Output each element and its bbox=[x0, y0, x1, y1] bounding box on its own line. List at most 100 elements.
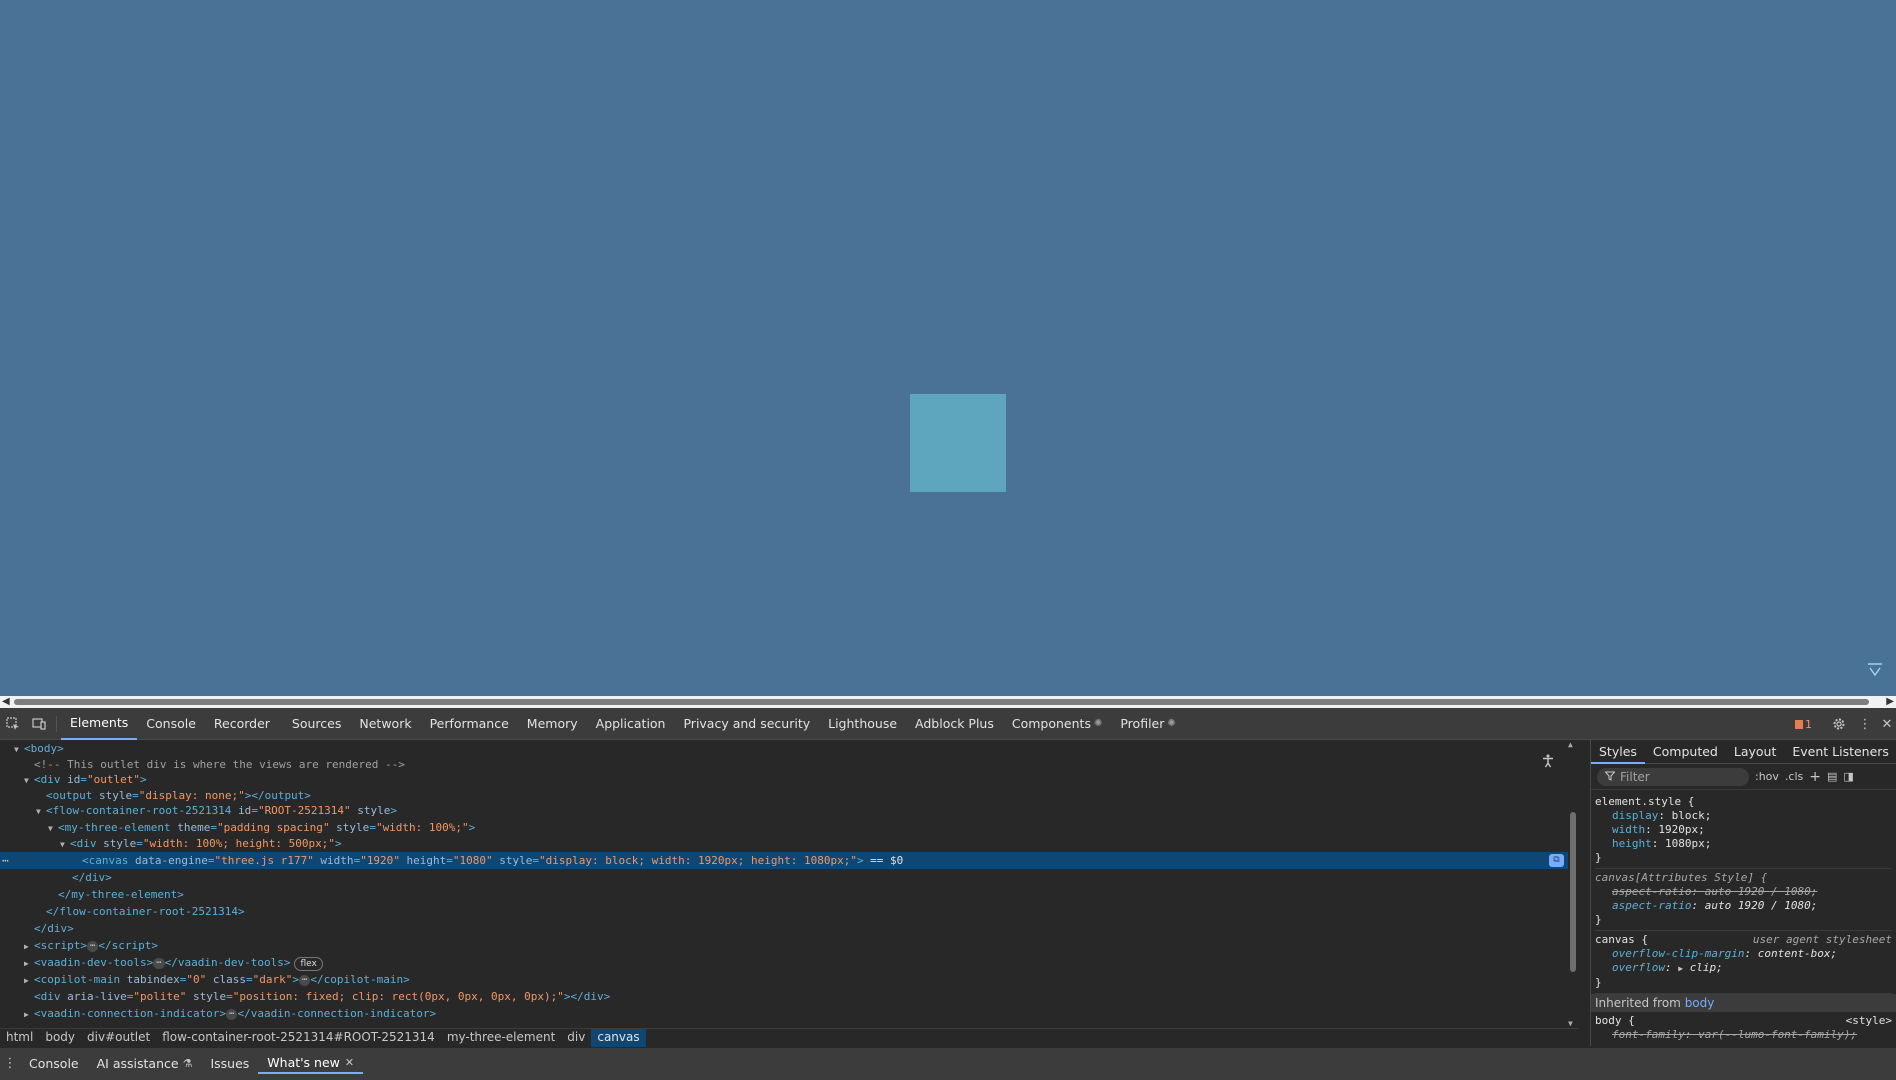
breadcrumb-flow-container[interactable]: flow-container-root-2521314#ROOT-2521314 bbox=[156, 1029, 441, 1047]
class-toggle[interactable]: .cls bbox=[1785, 770, 1803, 783]
dom-node-copilot-main[interactable]: ▶ <copilot-main tabindex="0" class="dark"… bbox=[0, 971, 1578, 988]
inspect-element-icon[interactable] bbox=[0, 708, 26, 740]
scrollbar-thumb[interactable] bbox=[14, 699, 1869, 705]
body-rule[interactable]: body { <style> font-family: var(--lumo-f… bbox=[1595, 1012, 1892, 1045]
collapsed-content-icon[interactable]: ⋯ bbox=[298, 974, 311, 986]
collapse-triangle-icon[interactable]: ▶ bbox=[24, 1006, 34, 1023]
device-toolbar-icon[interactable] bbox=[26, 708, 52, 740]
css-property[interactable]: font-family: var(--lumo-font-family); bbox=[1595, 1028, 1892, 1042]
tab-layout[interactable]: Layout bbox=[1726, 740, 1785, 764]
close-tab-icon[interactable]: ✕ bbox=[345, 1056, 354, 1069]
collapse-triangle-icon[interactable]: ▶ bbox=[24, 938, 34, 955]
property-value[interactable]: 1080px; bbox=[1665, 837, 1711, 850]
tab-elements[interactable]: Elements bbox=[61, 708, 138, 740]
inherited-body-link[interactable]: body bbox=[1685, 996, 1715, 1010]
expand-shorthand-icon[interactable]: ▶ bbox=[1678, 964, 1683, 973]
expand-triangle-icon[interactable]: ▼ bbox=[36, 803, 46, 820]
dom-close-flow-container[interactable]: </flow-container-root-2521314> bbox=[0, 903, 1578, 920]
tab-network[interactable]: Network bbox=[350, 708, 420, 740]
scrollbar-thumb[interactable] bbox=[1570, 812, 1576, 972]
tab-profiler[interactable]: Profiler ✺ bbox=[1111, 708, 1184, 740]
dom-node-script[interactable]: ▶ <script> ⋯ </script> bbox=[0, 937, 1578, 954]
dom-node-body[interactable]: ▼ <body> bbox=[0, 740, 1578, 757]
dom-node-vaadin-dev-tools[interactable]: ▶ <vaadin-dev-tools> ⋯ </vaadin-dev-tools> f… bbox=[0, 954, 1578, 971]
drawer-menu-icon[interactable]: ⋮ bbox=[0, 1048, 20, 1078]
tab-console[interactable]: Console bbox=[137, 708, 205, 740]
collapse-triangle-icon[interactable]: ▶ bbox=[24, 972, 34, 989]
horizontal-scrollbar[interactable]: ◀ ▶ bbox=[0, 696, 1896, 708]
css-property[interactable]: width: 1920px; bbox=[1595, 823, 1892, 837]
dom-node-aria-live-div[interactable]: <div aria-live="polite" style="position:… bbox=[0, 988, 1578, 1005]
dom-node-outlet[interactable]: ▼ <div id="outlet"> bbox=[0, 771, 1578, 788]
dom-node-vaadin-connection-indicator[interactable]: ▶ <vaadin-connection-indicator> ⋯ </vaadin-… bbox=[0, 1005, 1578, 1022]
css-property[interactable]: overflow: ▶ clip; bbox=[1595, 961, 1892, 976]
scroll-right-arrow-icon[interactable]: ▶ bbox=[1886, 696, 1894, 708]
paint-bucket-icon[interactable]: ▤ bbox=[1827, 770, 1837, 783]
scroll-down-arrow-icon[interactable]: ▼ bbox=[1568, 1019, 1573, 1028]
tab-application[interactable]: Application bbox=[587, 708, 675, 740]
accessibility-tree-toggle-icon[interactable] bbox=[1541, 754, 1555, 772]
css-property[interactable]: display: block; bbox=[1595, 809, 1892, 823]
dom-node-div[interactable]: ▼ <div style="width: 100%; height: 500px;… bbox=[0, 835, 1578, 852]
property-value[interactable]: 1920px; bbox=[1658, 823, 1704, 836]
tab-components[interactable]: Components ✺ bbox=[1003, 708, 1111, 740]
css-property[interactable]: overflow-clip-margin: content-box; bbox=[1595, 947, 1892, 961]
property-value[interactable]: block; bbox=[1672, 809, 1712, 822]
collapsed-content-icon[interactable]: ⋯ bbox=[153, 957, 165, 969]
dom-close-outlet[interactable]: </div> bbox=[0, 920, 1578, 937]
tab-performance[interactable]: Performance bbox=[421, 708, 518, 740]
element-style-rule[interactable]: element.style { display: block; width: 1… bbox=[1595, 793, 1892, 869]
body-style-origin-link[interactable]: <style> bbox=[1846, 1014, 1892, 1028]
styles-filter-input[interactable]: Filter bbox=[1597, 767, 1749, 786]
collapsed-content-icon[interactable]: ⋯ bbox=[226, 1008, 238, 1020]
settings-gear-icon[interactable] bbox=[1826, 708, 1852, 740]
tab-privacy-security[interactable]: Privacy and security bbox=[674, 708, 819, 740]
drawer-tab-console[interactable]: Console bbox=[20, 1052, 88, 1074]
scroll-left-arrow-icon[interactable]: ◀ bbox=[2, 696, 10, 708]
user-agent-rule[interactable]: canvas { user agent stylesheet overflow-… bbox=[1595, 931, 1892, 994]
dom-node-my-three-element[interactable]: ▼ <my-three-element theme="padding spacin… bbox=[0, 819, 1578, 836]
breadcrumb-body[interactable]: body bbox=[39, 1029, 81, 1047]
elements-vertical-scrollbar[interactable]: ▲ ▼ bbox=[1568, 740, 1578, 1028]
tab-event-listeners[interactable]: Event Listeners bbox=[1784, 740, 1896, 764]
tab-lighthouse[interactable]: Lighthouse bbox=[819, 708, 906, 740]
elements-dom-tree[interactable]: ▼ <body> <!-- This outlet div is where th… bbox=[0, 740, 1578, 1028]
flex-badge[interactable]: flex bbox=[294, 957, 323, 971]
tab-computed[interactable]: Computed bbox=[1645, 740, 1726, 764]
css-property[interactable]: height: 1080px; bbox=[1595, 837, 1892, 851]
tab-sources[interactable]: Sources bbox=[283, 708, 350, 740]
hover-state-toggle[interactable]: :hov bbox=[1755, 770, 1779, 783]
tab-memory[interactable]: Memory bbox=[518, 708, 587, 740]
more-options-icon[interactable]: ⋮ bbox=[1852, 708, 1878, 740]
close-devtools-icon[interactable]: ✕ bbox=[1878, 708, 1896, 740]
css-property-overridden[interactable]: aspect-ratio: auto 1920 / 1080; bbox=[1595, 885, 1892, 899]
scroll-up-arrow-icon[interactable]: ▲ bbox=[1568, 740, 1573, 749]
toggle-sidebar-icon[interactable]: ◨ bbox=[1843, 770, 1853, 783]
three-canvas-viewport[interactable] bbox=[0, 0, 1896, 696]
drawer-tab-whats-new[interactable]: What's new ✕ bbox=[258, 1052, 364, 1074]
dom-node-canvas-selected[interactable]: ⋯ <canvas data-engine="three.js r177" wid… bbox=[0, 852, 1578, 869]
breadcrumb-div-outlet[interactable]: div#outlet bbox=[81, 1029, 156, 1047]
breadcrumb-canvas[interactable]: canvas bbox=[591, 1028, 646, 1047]
css-property[interactable]: aspect-ratio: auto 1920 / 1080; bbox=[1595, 899, 1892, 913]
collapsed-content-icon[interactable]: ⋯ bbox=[86, 940, 99, 952]
breadcrumb-my-three-element[interactable]: my-three-element bbox=[441, 1029, 561, 1047]
dom-close-my-three-element[interactable]: </my-three-element> bbox=[0, 886, 1578, 903]
drawer-tab-ai-assistance[interactable]: AI assistance ⚗ bbox=[88, 1052, 202, 1074]
dom-close-div[interactable]: </div> bbox=[0, 869, 1578, 886]
drawer-tab-issues[interactable]: Issues bbox=[201, 1052, 258, 1074]
breadcrumb-html[interactable]: html bbox=[0, 1029, 39, 1047]
dom-node-flow-container[interactable]: ▼ <flow-container-root-2521314 id="ROOT-2… bbox=[0, 802, 1578, 819]
tab-adblock-plus[interactable]: Adblock Plus bbox=[906, 708, 1003, 740]
collapse-triangle-icon[interactable]: ▶ bbox=[24, 955, 34, 972]
vaadin-dev-tools-icon[interactable] bbox=[1864, 663, 1886, 685]
tab-styles[interactable]: Styles bbox=[1591, 740, 1645, 764]
breadcrumb-div[interactable]: div bbox=[561, 1029, 591, 1047]
attributes-style-rule[interactable]: canvas[Attributes Style] { aspect-ratio:… bbox=[1595, 869, 1892, 931]
new-rule-plus-icon[interactable]: + bbox=[1809, 769, 1821, 785]
adorner-picker-icon[interactable]: ⧉ bbox=[1549, 854, 1564, 867]
expand-triangle-icon[interactable]: ▼ bbox=[60, 836, 70, 853]
issues-badge[interactable]: 1 bbox=[1795, 718, 1812, 731]
node-actions-ellipsis-icon[interactable]: ⋯ bbox=[0, 852, 82, 869]
tab-recorder[interactable]: Recorder bbox=[205, 708, 283, 740]
